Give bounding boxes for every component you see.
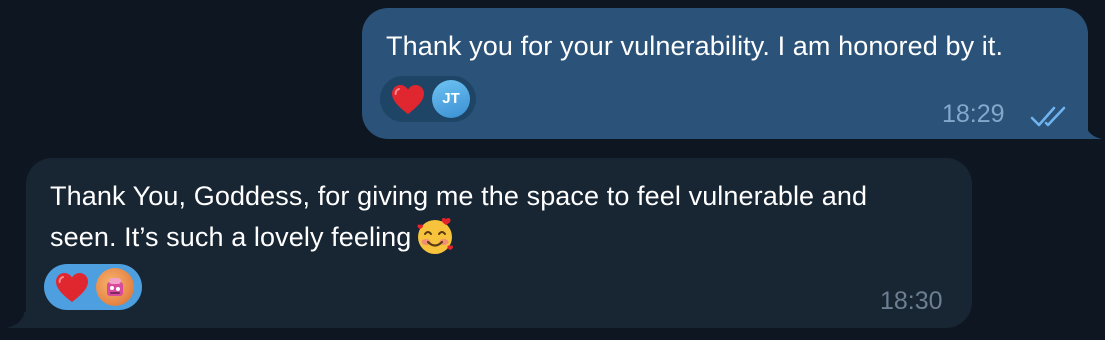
- avatar: JT: [432, 80, 470, 118]
- heart-icon: [392, 85, 424, 114]
- message-text: Thank you for your vulnerability. I am h…: [386, 31, 1004, 61]
- reaction-pill[interactable]: JT: [380, 76, 476, 122]
- message-line: Thank You, Goddess, for giving me the sp…: [50, 181, 868, 211]
- avatar-image: [107, 278, 123, 296]
- heart-icon: [56, 273, 88, 302]
- reaction-pill[interactable]: [44, 264, 142, 310]
- incoming-message-bubble[interactable]: Thank You, Goddess, for giving me the sp…: [26, 158, 972, 328]
- message-line: seen. It’s such a lovely feeling: [50, 216, 867, 257]
- double-check-icon: [1030, 106, 1066, 127]
- smiling-face-with-hearts-icon: [417, 217, 454, 254]
- message-time: 18:30: [880, 287, 943, 315]
- outgoing-message-bubble[interactable]: Thank you for your vulnerability. I am h…: [362, 8, 1088, 139]
- bubble-tail: [1080, 123, 1102, 139]
- bubble-tail: [6, 312, 30, 328]
- message-time: 18:29: [942, 100, 1005, 128]
- message-text: Thank You, Goddess, for giving me the sp…: [50, 176, 867, 257]
- avatar: [96, 268, 134, 306]
